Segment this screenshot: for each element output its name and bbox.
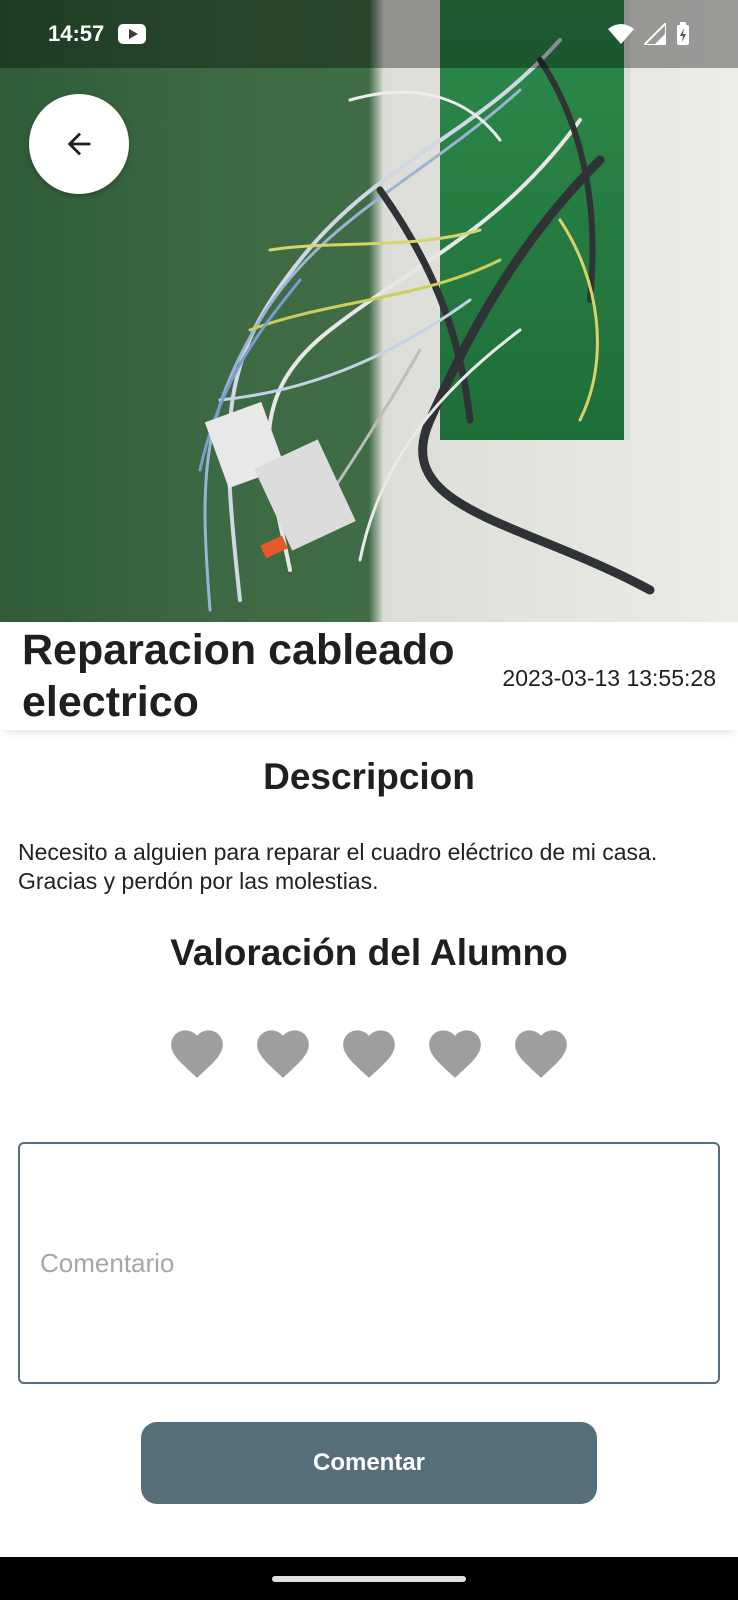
battery-charging-icon	[677, 22, 689, 45]
comment-input[interactable]	[40, 1247, 698, 1279]
description-text: Necesito a alguien para reparar el cuadr…	[18, 839, 658, 894]
job-detail-screen: 14:57 Reparacion cableado electrico 2023…	[0, 0, 738, 1600]
heart-icon-5[interactable]	[510, 1022, 572, 1080]
comment-field[interactable]	[18, 1142, 720, 1384]
title-card: Reparacion cableado electrico 2023-03-13…	[0, 622, 738, 730]
description-heading: Descripcion	[263, 756, 475, 797]
job-photo	[0, 0, 738, 622]
rating-heading: Valoración del Alumno	[170, 932, 568, 973]
cell-signal-icon	[644, 23, 666, 45]
youtube-icon	[118, 24, 147, 44]
arrow-left-icon	[67, 132, 91, 156]
job-title: Reparacion cableado electrico	[22, 626, 455, 726]
status-icons	[608, 22, 690, 46]
heart-icon-2[interactable]	[252, 1022, 314, 1080]
wifi-icon	[608, 24, 634, 44]
heart-icon-3[interactable]	[338, 1022, 400, 1080]
heart-icon-1[interactable]	[166, 1022, 228, 1080]
job-date: 2023-03-13 13:55:28	[502, 664, 716, 691]
home-handle[interactable]	[272, 1576, 466, 1582]
rating-hearts	[0, 1022, 738, 1082]
heart-icon-4[interactable]	[424, 1022, 486, 1080]
status-time: 14:57	[48, 21, 105, 46]
back-button[interactable]	[29, 94, 129, 194]
status-bar: 14:57	[0, 0, 738, 68]
navigation-bar	[0, 1557, 738, 1600]
wires-illustration	[198, 38, 655, 612]
comment-button[interactable]: Comentar	[141, 1422, 597, 1504]
